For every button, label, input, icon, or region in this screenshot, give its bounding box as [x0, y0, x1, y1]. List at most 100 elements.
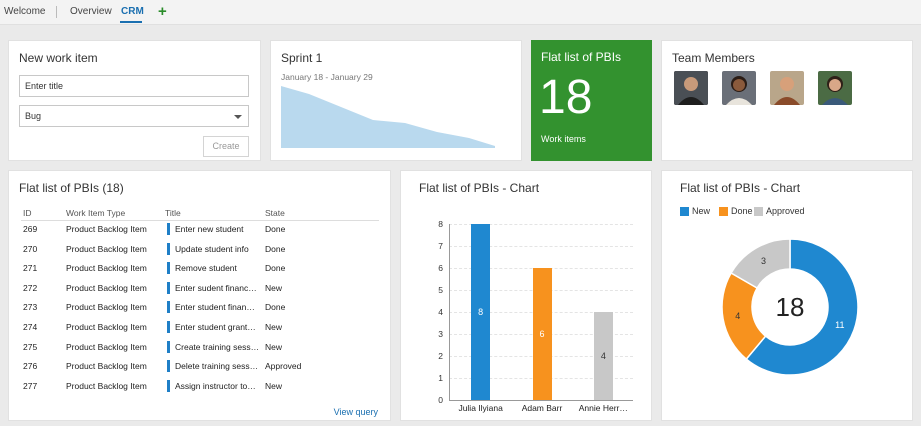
- work-item-type-color-bar: [167, 340, 170, 353]
- cell-title: Create training sess…: [175, 341, 260, 352]
- tile-caption: Work items: [541, 134, 586, 144]
- pbi-query-widget: Flat list of PBIs (18) ID Work Item Type…: [8, 170, 391, 421]
- cell-state: New: [265, 341, 283, 352]
- work-item-type-value: Bug: [25, 111, 42, 121]
- chart-title: Flat list of PBIs - Chart: [419, 181, 540, 195]
- column-header-state[interactable]: State: [265, 208, 285, 218]
- cell-id: 276: [23, 361, 38, 372]
- y-tick-label: 4: [438, 307, 443, 317]
- cell-id: 271: [23, 263, 38, 274]
- view-query-link[interactable]: View query: [334, 407, 378, 417]
- cell-title: Enter new student: [175, 224, 244, 234]
- header-divider: [21, 220, 379, 221]
- y-tick-label: 5: [438, 285, 443, 295]
- add-dashboard-button[interactable]: +: [158, 3, 167, 20]
- cell-title: Remove student: [175, 263, 237, 274]
- y-tick-label: 8: [438, 219, 443, 229]
- y-tick-label: 2: [438, 351, 443, 361]
- work-item-count: 18: [539, 71, 593, 124]
- sprint-title: Sprint 1: [281, 51, 323, 65]
- cell-id: 273: [23, 302, 38, 313]
- cell-state: New: [265, 322, 283, 332]
- pbi-count-tile[interactable]: Flat list of PBIs 18 Work items: [531, 40, 652, 161]
- tab-welcome[interactable]: Welcome: [4, 6, 46, 17]
- work-item-type-color-bar: [167, 242, 170, 255]
- donut-chart: 11 4 3 18: [721, 238, 859, 376]
- cell-type: Product Backlog Item: [66, 224, 147, 234]
- cell-type: Product Backlog Item: [66, 322, 147, 332]
- slice-value-label: 4: [735, 311, 740, 321]
- cell-type: Product Backlog Item: [66, 282, 147, 293]
- work-item-type-select[interactable]: Bug: [19, 105, 249, 127]
- cell-type: Product Backlog Item: [66, 361, 147, 372]
- x-tick-label: Adam Barr: [521, 403, 563, 413]
- x-tick-label: Annie Herr…: [578, 403, 628, 413]
- chevron-down-icon: [234, 115, 242, 119]
- cell-type: Product Backlog Item: [66, 263, 147, 274]
- work-item-type-color-bar: [167, 360, 170, 373]
- cell-state: Done: [265, 243, 286, 254]
- avatar[interactable]: [722, 71, 756, 105]
- sprint-burndown-widget[interactable]: Sprint 1 January 18 - January 29: [270, 40, 522, 161]
- tab-overview[interactable]: Overview: [70, 6, 112, 17]
- slice-value-label: 11: [835, 320, 844, 330]
- cell-id: 274: [23, 322, 38, 332]
- avatar[interactable]: [674, 71, 708, 105]
- donut-chart-widget[interactable]: Flat list of PBIs - Chart New Done Approve…: [661, 170, 913, 421]
- work-item-type-color-bar: [167, 301, 170, 314]
- avatar[interactable]: [770, 71, 804, 105]
- cell-title: Enter student finan…: [175, 302, 255, 313]
- cell-type: Product Backlog Item: [66, 341, 147, 352]
- cell-state: New: [265, 380, 283, 391]
- burndown-area: [281, 86, 495, 148]
- work-item-type-color-bar: [167, 379, 170, 392]
- y-tick-label: 0: [438, 395, 443, 405]
- cell-type: Product Backlog Item: [66, 243, 147, 254]
- team-title: Team Members: [672, 51, 755, 65]
- y-tick-label: 6: [438, 263, 443, 273]
- active-tab-indicator: [120, 21, 142, 23]
- cell-state: Approved: [265, 361, 302, 372]
- x-tick-label: Julia Ilyiana: [458, 403, 503, 413]
- create-button[interactable]: Create: [203, 136, 249, 157]
- tab-crm[interactable]: CRM: [121, 6, 144, 17]
- work-item-type-color-bar: [167, 321, 170, 333]
- tile-title: Flat list of PBIs: [541, 50, 622, 64]
- cell-title: Assign instructor to…: [175, 380, 256, 391]
- cell-state: Done: [265, 263, 286, 274]
- cell-state: New: [265, 282, 283, 293]
- y-tick-label: 3: [438, 329, 443, 339]
- cell-id: 269: [23, 224, 38, 234]
- dashboard-tab-bar: Welcome Overview CRM +: [0, 0, 921, 25]
- cell-title: Delete training sess…: [175, 361, 259, 372]
- query-title: Flat list of PBIs (18): [19, 181, 124, 195]
- donut-center-total: 18: [776, 292, 805, 322]
- y-tick-label: 1: [438, 373, 443, 383]
- cell-id: 277: [23, 380, 38, 391]
- cell-state: Done: [265, 224, 286, 234]
- y-tick-label: 7: [438, 241, 443, 251]
- cell-id: 270: [23, 243, 38, 254]
- burndown-chart: [281, 86, 495, 148]
- bar-chart-widget[interactable]: Flat list of PBIs - Chart 0 1 2 3 4 5 6 7 8 8 Juli…: [400, 170, 652, 421]
- work-item-type-color-bar: [167, 262, 170, 275]
- team-members-widget: Team Members: [661, 40, 913, 161]
- new-work-item-widget: New work item Enter title Bug Create: [8, 40, 261, 161]
- x-axis: [449, 400, 633, 401]
- cell-title: Update student info: [175, 243, 249, 254]
- column-header-id[interactable]: ID: [23, 208, 32, 218]
- avatar[interactable]: [818, 71, 852, 105]
- cell-title: Enter student grant…: [175, 322, 256, 332]
- cell-id: 275: [23, 341, 38, 352]
- bar-value-label: 4: [600, 351, 606, 361]
- cell-id: 272: [23, 282, 38, 293]
- cell-type: Product Backlog Item: [66, 302, 147, 313]
- column-header-type[interactable]: Work Item Type: [66, 208, 125, 218]
- slice-value-label: 3: [761, 256, 766, 266]
- bar-value-label: 8: [478, 307, 484, 317]
- column-header-title[interactable]: Title: [165, 208, 181, 218]
- work-item-title-input[interactable]: Enter title: [19, 75, 249, 97]
- sprint-dates: January 18 - January 29: [281, 72, 373, 82]
- work-item-type-color-bar: [167, 281, 170, 294]
- work-item-type-color-bar: [167, 223, 170, 235]
